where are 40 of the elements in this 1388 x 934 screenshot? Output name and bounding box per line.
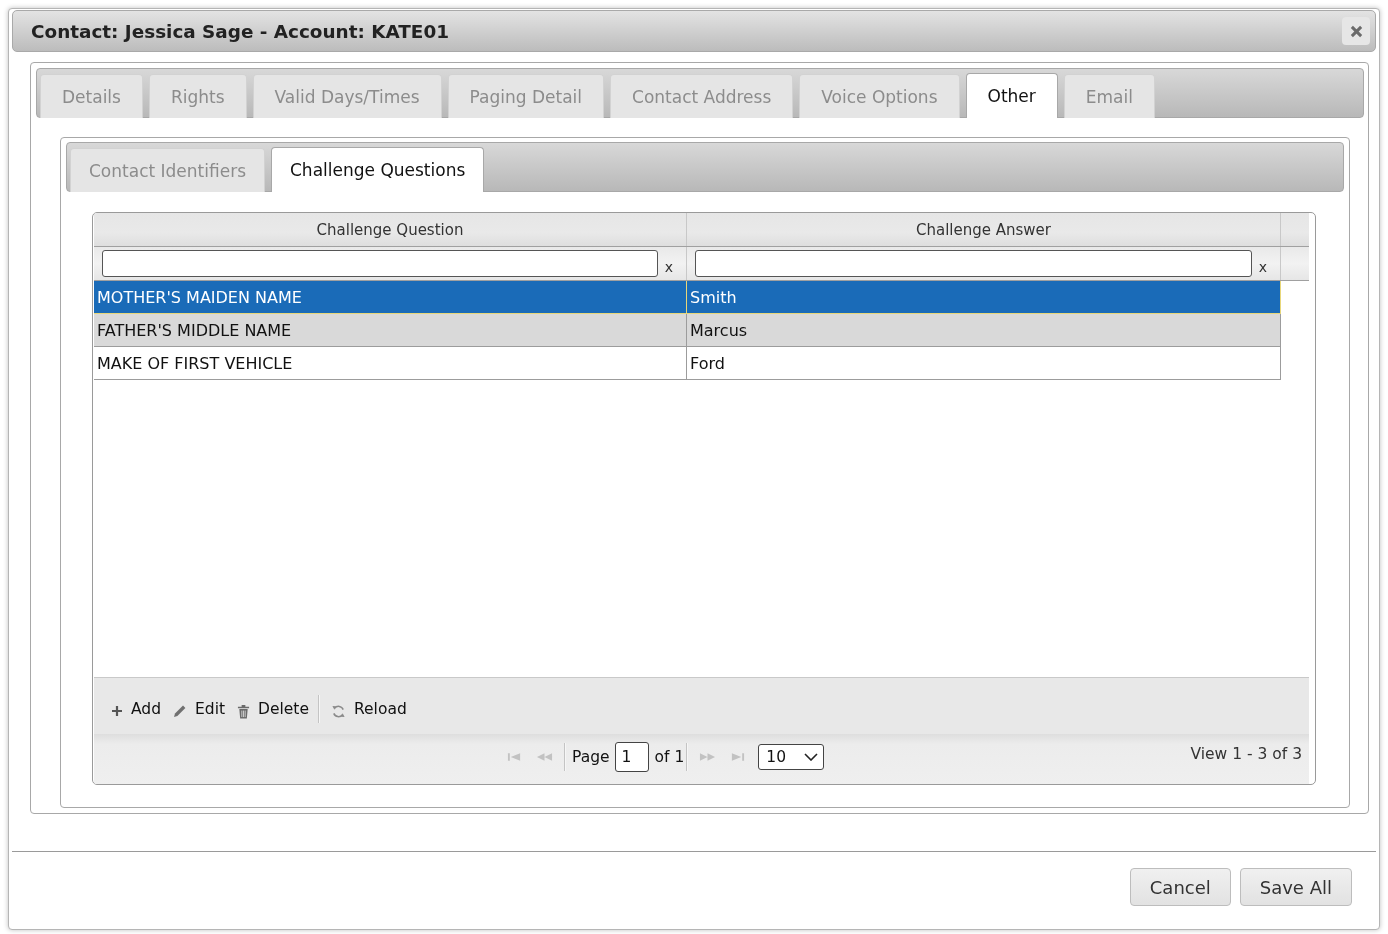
filter-field[interactable] [695,250,1252,277]
tab[interactable]: Other [965,73,1058,118]
page-size-select[interactable]: 10 [758,744,825,770]
page-label: Page [572,748,610,766]
dialog-button[interactable]: Save All [1239,868,1352,906]
pencil-icon [173,704,187,718]
table-row[interactable]: FATHER'S MIDDLE NAME Marcus [94,314,1281,347]
table-cell: MOTHER'S MAIDEN NAME [94,281,687,313]
reload-button[interactable]: Reload [328,697,410,721]
table-cell: Smith [687,281,1281,313]
table-cell: MAKE OF FIRST VEHICLE [94,347,687,379]
table-row[interactable]: MAKE OF FIRST VEHICLE Ford [94,347,1281,380]
table-cell: Marcus [687,314,1281,346]
close-icon [1349,24,1363,38]
next-page-icon [699,752,717,762]
tab[interactable]: Challenge Questions [271,147,485,192]
delete-button[interactable]: Delete [234,697,312,721]
chevron-icon [804,753,819,761]
page-total: of 1 [654,748,685,766]
window-title: Contact: Jessica Sage - Account: KATE01 [31,20,449,42]
edit-button[interactable]: Edit [170,698,229,720]
column-header[interactable]: Challenge Answer [687,213,1281,246]
record-count: View 1 - 3 of 3 [1190,745,1302,763]
table-row[interactable]: MOTHER'S MAIDEN NAME Smith [94,281,1281,314]
reload-icon [331,703,346,719]
close-button[interactable] [1342,17,1370,45]
previous-page-icon [536,752,553,762]
dialog-button[interactable]: Cancel [1129,868,1231,906]
table-cell: FATHER'S MIDDLE NAME [94,314,687,346]
page-input[interactable]: 1 [614,742,649,772]
first-page-icon [507,752,522,762]
clear-filter-link[interactable]: x [662,258,676,275]
plus-icon [111,705,123,717]
trash-icon [237,703,251,719]
last-page-icon [730,752,746,762]
column-header[interactable]: Challenge Question [94,213,687,246]
table-cell: Ford [687,347,1281,379]
add-button[interactable]: Add [108,698,164,720]
clear-filter-link[interactable]: x [1256,258,1270,275]
filter-field[interactable] [102,250,658,277]
